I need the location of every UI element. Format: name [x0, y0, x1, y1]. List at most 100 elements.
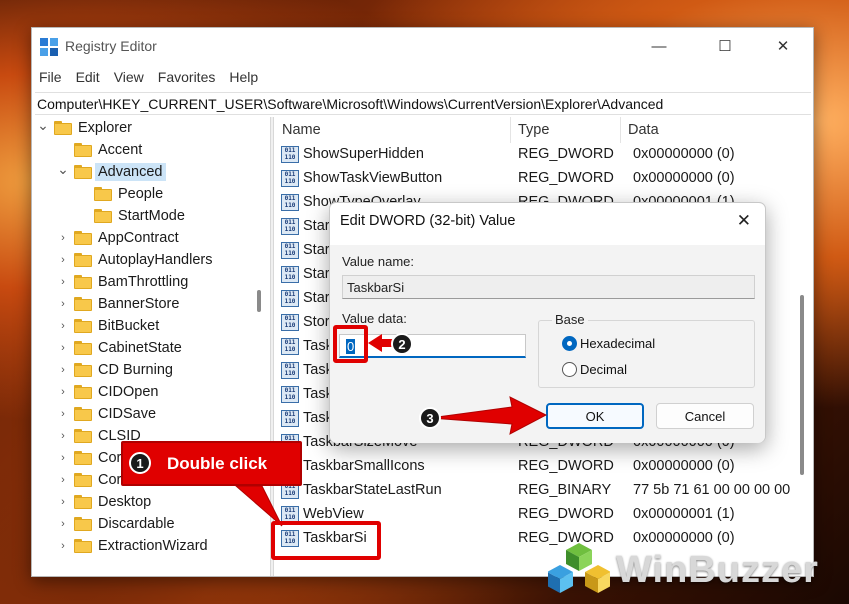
- close-button[interactable]: ✕: [761, 28, 805, 64]
- value-data: 0x00000000 (0): [633, 170, 735, 186]
- folder-icon: [74, 341, 92, 355]
- reg-dword-icon: 011110: [281, 266, 299, 283]
- reg-dword-icon: 011110: [281, 290, 299, 307]
- chevron-right-icon[interactable]: ›: [57, 232, 69, 244]
- tree-item[interactable]: › AutoplayHandlers: [61, 249, 212, 271]
- value-name: ShowTaskViewButton: [303, 170, 443, 186]
- tree-item[interactable]: Accent: [74, 139, 142, 161]
- pane-splitter[interactable]: [270, 117, 274, 576]
- value-row[interactable]: 011110TaskbarSmallIconsREG_DWORD0x000000…: [275, 455, 813, 479]
- tree-item-label: Cor: [98, 450, 122, 466]
- value-row[interactable]: 011 110 ShowSuperHidden REG_DWORD 0x00000000…: [275, 143, 813, 167]
- tree-item[interactable]: › AppContract: [61, 227, 179, 249]
- edit-dword-dialog: Edit DWORD (32-bit) Value ✕ Value name: …: [329, 202, 766, 443]
- tree-item[interactable]: › Cor: [61, 447, 122, 469]
- chevron-right-icon[interactable]: ›: [57, 276, 69, 288]
- step1-text: Double click: [167, 454, 268, 473]
- tree-item-label: AppContract: [98, 230, 179, 246]
- tree-item[interactable]: › BamThrottling: [61, 271, 188, 293]
- reg-dword-icon: 011110: [281, 218, 299, 235]
- chevron-right-icon[interactable]: ›: [57, 408, 69, 420]
- tree-item[interactable]: › Discardable: [61, 513, 175, 535]
- dialog-close-icon[interactable]: ✕: [737, 211, 751, 231]
- menu-favorites[interactable]: Favorites: [151, 66, 223, 90]
- tree-item-label: ExtractionWizard: [98, 538, 208, 554]
- dialog-title: Edit DWORD (32-bit) Value: [340, 213, 516, 229]
- tree-item-label: CabinetState: [98, 340, 182, 356]
- step3-badge: 3: [419, 407, 441, 429]
- folder-icon: [54, 121, 72, 135]
- folder-icon: [74, 451, 92, 465]
- tree-item[interactable]: StartMode: [94, 205, 185, 227]
- folder-icon: [74, 253, 92, 267]
- column-header-name[interactable]: Name: [275, 117, 511, 143]
- value-name: Star: [303, 218, 330, 234]
- column-header-data[interactable]: Data: [621, 117, 813, 143]
- chevron-right-icon[interactable]: ›: [57, 540, 69, 552]
- value-name: Star: [303, 266, 330, 282]
- tree-item[interactable]: ⌄ Explorer: [37, 117, 132, 139]
- tree-item-label: Accent: [98, 142, 143, 158]
- menu-file[interactable]: File: [32, 66, 69, 90]
- tree-item[interactable]: › CabinetState: [61, 337, 182, 359]
- folder-icon: [74, 495, 92, 509]
- tree-item[interactable]: › CIDOpen: [61, 381, 158, 403]
- tree-item[interactable]: › CIDSave: [61, 403, 156, 425]
- tree-item[interactable]: ⌄ Advanced: [57, 161, 166, 183]
- decimal-radio[interactable]: Decimal: [562, 362, 627, 377]
- tree-item[interactable]: People: [94, 183, 163, 205]
- chevron-down-icon[interactable]: ⌄: [57, 161, 69, 177]
- tree-item[interactable]: › ExtractionWizard: [61, 535, 208, 557]
- chevron-right-icon[interactable]: ›: [57, 386, 69, 398]
- menu-view[interactable]: View: [107, 66, 151, 90]
- address-bar[interactable]: Computer\HKEY_CURRENT_USER\Software\Micr…: [35, 92, 811, 115]
- tree-item[interactable]: › CD Burning: [61, 359, 173, 381]
- minimize-button[interactable]: —: [637, 28, 681, 64]
- registry-editor-app-icon: [40, 38, 58, 56]
- menu-help[interactable]: Help: [222, 66, 265, 90]
- chevron-right-icon[interactable]: ›: [57, 342, 69, 354]
- value-data: 0x00000000 (0): [633, 146, 735, 162]
- reg-dword-icon: 011110: [281, 146, 299, 163]
- tree-item[interactable]: › Cor: [61, 469, 121, 491]
- value-row[interactable]: 011 110 ShowTaskViewButton REG_DWORD 0x00000…: [275, 167, 813, 191]
- maximize-button[interactable]: ☐: [703, 28, 747, 64]
- value-row[interactable]: 011 110 TaskbarStateLastRun REG_BINARY 77 5b…: [275, 479, 813, 503]
- value-name: Star: [303, 290, 330, 306]
- tree-item-label: Discardable: [98, 516, 175, 532]
- base-label: Base: [552, 312, 588, 327]
- chevron-right-icon[interactable]: ›: [57, 518, 69, 530]
- column-header-type[interactable]: Type: [511, 117, 621, 143]
- tree-item-label: BitBucket: [98, 318, 160, 334]
- value-data-highlight: [333, 325, 368, 363]
- folder-icon: [94, 209, 112, 223]
- value-name: Star: [303, 242, 330, 258]
- chevron-right-icon[interactable]: ›: [57, 474, 69, 486]
- hexadecimal-radio[interactable]: Hexadecimal: [562, 336, 655, 351]
- chevron-right-icon[interactable]: ›: [57, 496, 69, 508]
- tree-item[interactable]: › BannerStore: [61, 293, 179, 315]
- menu-edit[interactable]: Edit: [69, 66, 107, 90]
- chevron-right-icon[interactable]: ›: [57, 364, 69, 376]
- chevron-right-icon[interactable]: ›: [57, 452, 69, 464]
- folder-icon: [74, 539, 92, 553]
- hexadecimal-label: Hexadecimal: [580, 336, 656, 351]
- tree-item[interactable]: › Desktop: [61, 491, 151, 513]
- value-data: 0x00000001 (1): [633, 506, 735, 522]
- list-scrollbar-thumb[interactable]: [800, 295, 804, 475]
- tree-item[interactable]: › BitBucket: [61, 315, 160, 337]
- chevron-right-icon[interactable]: ›: [57, 298, 69, 310]
- tree-scrollbar-thumb[interactable]: [257, 290, 261, 312]
- value-name-field: TaskbarSi: [342, 275, 755, 299]
- cancel-button[interactable]: Cancel: [656, 403, 754, 429]
- folder-icon: [94, 187, 112, 201]
- chevron-right-icon[interactable]: ›: [57, 430, 69, 442]
- title-bar[interactable]: Registry Editor — ☐ ✕: [32, 28, 813, 64]
- chevron-right-icon[interactable]: ›: [57, 254, 69, 266]
- ok-button[interactable]: OK: [546, 403, 644, 429]
- chevron-down-icon[interactable]: ⌄: [37, 117, 49, 133]
- reg-dword-icon: 011110: [281, 386, 299, 403]
- winbuzzer-watermark: WinBuzzer: [548, 540, 819, 600]
- tree-item-label: StartMode: [118, 208, 185, 224]
- chevron-right-icon[interactable]: ›: [57, 320, 69, 332]
